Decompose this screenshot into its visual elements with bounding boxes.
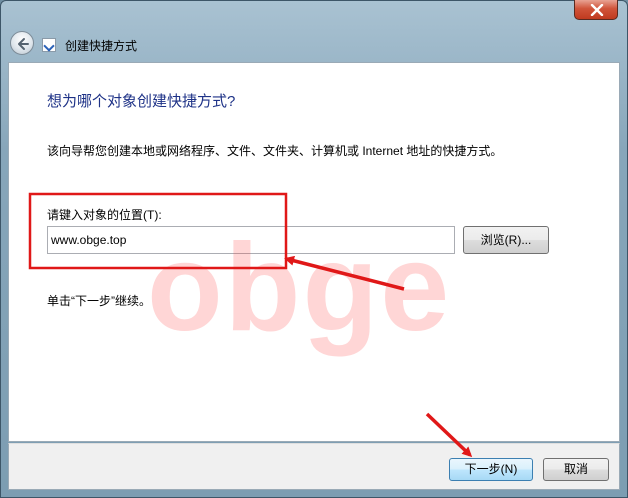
wizard-content: 想为哪个对象创建快捷方式? 该向导帮您创建本地或网络程序、文件、文件夹、计算机或… — [8, 62, 620, 442]
back-arrow-icon — [18, 38, 29, 50]
location-label: 请键入对象的位置(T): — [47, 208, 162, 222]
browse-button[interactable]: 浏览(R)... — [463, 226, 549, 254]
wizard-titlebar: 创建快捷方式 — [8, 28, 618, 60]
wizard-footer: 下一步(N) 取消 — [8, 443, 620, 490]
next-button[interactable]: 下一步(N) — [449, 458, 533, 481]
back-button[interactable] — [10, 31, 34, 55]
window-title: 创建快捷方式 — [65, 39, 138, 53]
location-input[interactable] — [47, 226, 455, 254]
close-icon — [590, 4, 604, 16]
shortcut-wizard-icon — [42, 38, 56, 52]
page-description: 该向导帮您创建本地或网络程序、文件、文件夹、计算机或 Internet 地址的快… — [47, 144, 503, 158]
close-button[interactable] — [574, 0, 618, 20]
page-heading: 想为哪个对象创建快捷方式? — [47, 93, 236, 110]
cancel-button[interactable]: 取消 — [543, 458, 609, 481]
continue-hint: 单击“下一步”继续。 — [47, 294, 151, 308]
